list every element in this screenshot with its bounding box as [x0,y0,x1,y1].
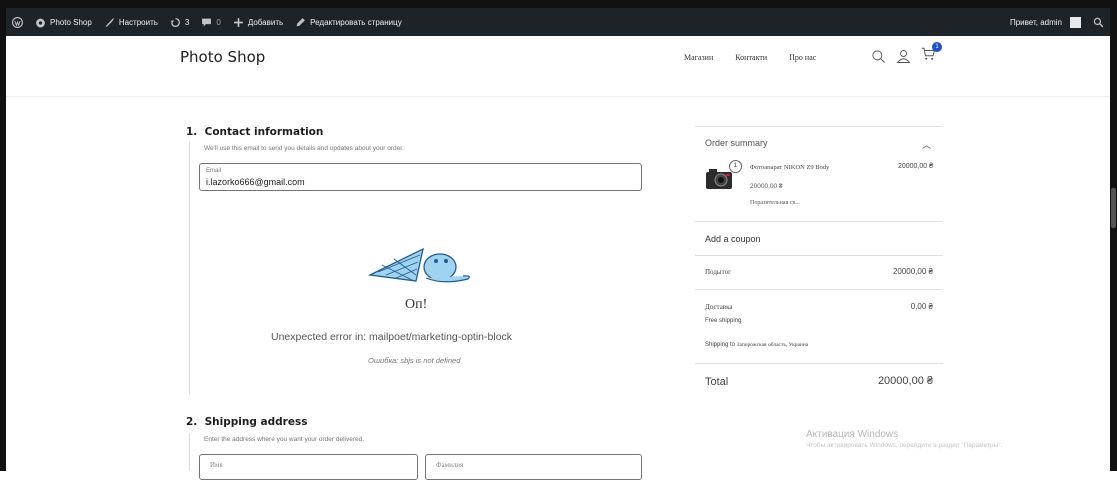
header-divider [6,96,1110,97]
dropped-ice-cream-icon [368,247,470,283]
cart-count-badge: 1 [932,42,942,52]
product-qty-badge: 1 [729,160,742,173]
site-header: Photo Shop Магазин Контакти Про нас 1 [6,36,1110,96]
summary-divider [695,221,943,222]
updates-icon [170,17,180,27]
add-new-label: Добавить [247,17,284,27]
comments-link[interactable]: 0 [195,8,226,36]
admin-site-link[interactable]: Photo Shop [29,8,98,36]
contact-step-number: 1. [186,126,198,138]
plus-icon [233,17,243,27]
wordpress-icon [12,16,23,28]
contact-description: We'll use this email to send you details… [204,145,404,152]
windows-activation-text: Чтобы активировать Windows, перейдите в … [806,442,1003,449]
product-price: 20000,00 ₴ [750,183,783,190]
admin-bar-right: Привет, admin [1004,8,1110,36]
product-description: Поразительная св... [750,200,800,206]
main-nav: Магазин Контакти Про нас [684,53,816,62]
avatar [1070,16,1081,28]
windows-activation-title: Активация Windows [806,429,899,440]
search-icon [1093,17,1104,27]
contact-section-title: 1. Contact information [186,126,323,138]
greeting-text: Привет, admin [1009,17,1062,27]
comments-count: 0 [216,17,221,27]
shipping-method: Free shipping [705,318,742,324]
pencil-icon [296,17,306,26]
last-name-field[interactable]: Фамилия [425,454,642,480]
summary-divider [695,289,943,290]
chevron-up-icon[interactable]: ︿ [922,138,931,151]
total-value: 20000,00 ₴ [877,375,933,387]
summary-divider [695,255,943,256]
shipping-section-title: 2. Shipping address [186,416,307,428]
nav-item-contacts[interactable]: Контакти [735,53,767,62]
product-total: 20000,00 ₴ [897,163,933,170]
scrollbar-thumb[interactable] [1111,188,1116,228]
wordpress-logo-button[interactable] [6,8,29,36]
shipping-label: Доставка [705,303,733,311]
updates-link[interactable]: 3 [164,8,195,36]
subtotal-label: Подытог [705,268,731,276]
add-new-link[interactable]: Добавить [227,8,289,36]
summary-divider [695,363,943,364]
order-summary: Order summary ︿ 1 Фотоапарат NIKON Z9 Bo… [695,126,943,400]
nav-item-about[interactable]: Про нас [789,53,816,62]
error-detail: Ошибка: sbjs is not defined [368,356,461,365]
updates-count: 3 [184,17,190,27]
email-label: Email [206,168,222,174]
contact-title-text: Contact information [204,126,324,138]
shipping-to-prefix: Shipping to [705,342,736,348]
summary-title[interactable]: Order summary [705,138,768,148]
user-icon[interactable] [896,49,911,64]
shipping-step-number: 2. [186,416,198,428]
email-field[interactable]: Email i.lazorko666@gmail.com [199,163,642,191]
error-title: Оп! [405,297,428,312]
add-coupon-button[interactable]: Add a coupon [705,234,761,244]
my-account-link[interactable]: Привет, admin [1004,8,1087,36]
total-label: Total [705,376,729,388]
summary-divider [695,126,943,127]
cart-button[interactable]: 1 [921,42,942,66]
admin-search-button[interactable] [1087,8,1110,36]
window-frame-top [0,0,1117,8]
product-name: Фотоапарат NIKON Z9 Body [750,164,830,171]
admin-site-name: Photo Shop [50,17,92,27]
first-name-field[interactable]: Имя [199,454,418,480]
dashboard-icon [36,18,45,27]
brush-icon [105,17,114,27]
customize-link[interactable]: Настроить [98,8,164,36]
last-name-placeholder: Фамилия [436,461,464,469]
edit-page-link[interactable]: Редактировать страницу [289,8,408,36]
admin-bar: Photo Shop Настроить 3 0 Добавить Редакт… [6,8,1110,36]
search-icon[interactable] [871,49,886,64]
header-icons: 1 [871,42,942,66]
nav-item-shop[interactable]: Магазин [684,53,713,62]
shipping-description: Enter the address where you want your or… [204,436,365,443]
customize-label: Настроить [118,17,158,27]
email-value: i.lazorko666@gmail.com [206,177,305,187]
shipping-step-line [189,433,190,471]
site-title[interactable]: Photo Shop [180,48,265,66]
subtotal-value: 20000,00 ₴ [892,267,933,276]
page: Photo Shop Настроить 3 0 Добавить Редакт… [0,0,1117,480]
shipping-value: 0,00 ₴ [910,302,933,311]
first-name-placeholder: Имя [210,461,223,469]
contact-step-line [189,142,190,394]
shipping-destination: Shipping to Запорожская область, Украина [705,342,808,348]
comment-icon [202,18,212,26]
error-message: Unexpected error in: mailpoet/marketing-… [271,331,513,343]
scrollbar[interactable] [1110,8,1117,471]
shipping-to-place: Запорожская область, Украина [736,342,809,348]
shipping-title-text: Shipping address [204,416,308,428]
edit-page-label: Редактировать страницу [310,17,402,27]
